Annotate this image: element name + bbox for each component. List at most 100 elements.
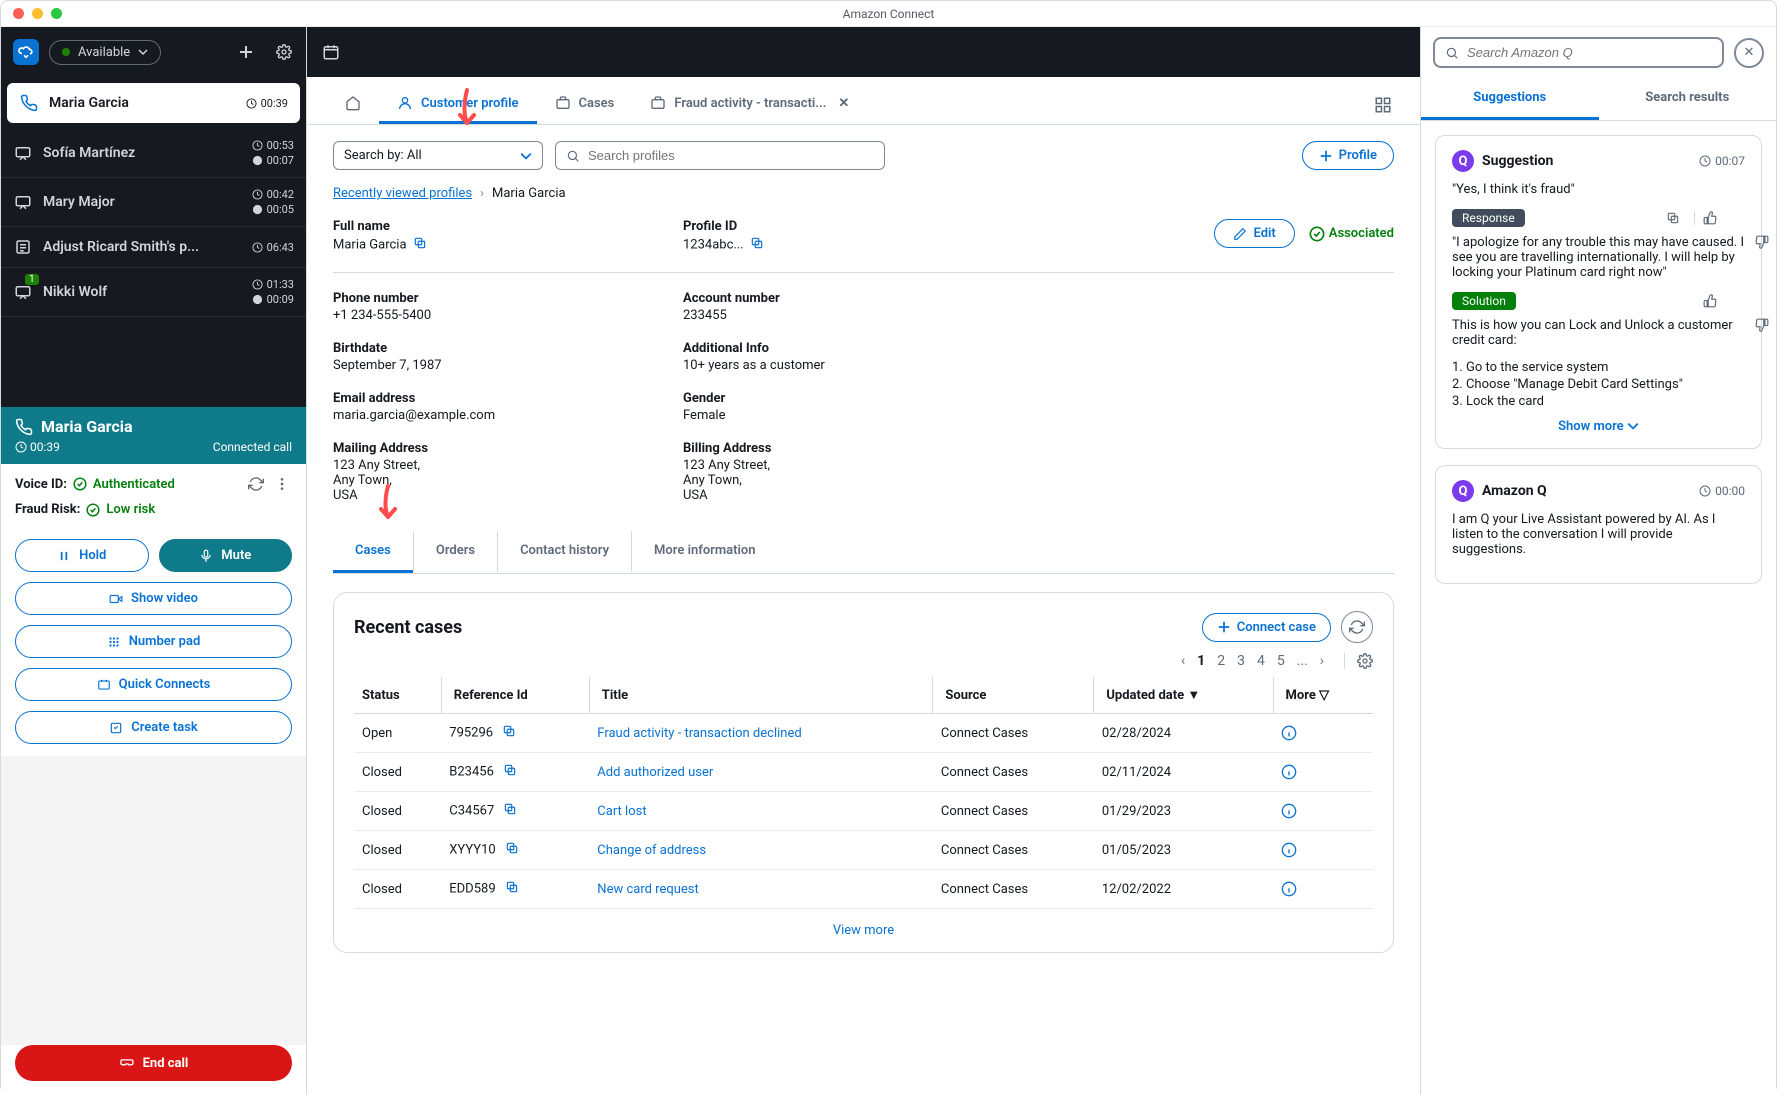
edit-button[interactable]: Edit: [1214, 219, 1294, 248]
contact-name: Maria Garcia: [49, 95, 236, 111]
chat-icon: [13, 282, 33, 302]
th-updated[interactable]: Updated date ▼: [1094, 677, 1273, 714]
cell-title: New card request: [589, 870, 933, 909]
case-title-link[interactable]: Change of address: [597, 843, 706, 858]
th-more[interactable]: More ▽: [1273, 677, 1373, 714]
tab-suggestions[interactable]: Suggestions: [1421, 78, 1599, 120]
subtab-more-info[interactable]: More information: [631, 531, 777, 573]
info-icon[interactable]: [1281, 803, 1365, 819]
mute-button[interactable]: Mute: [159, 539, 293, 572]
create-task-button[interactable]: Create task: [15, 711, 292, 744]
subtab-cases[interactable]: Cases: [333, 531, 413, 573]
th-reference[interactable]: Reference Id: [441, 677, 589, 714]
case-title-link[interactable]: New card request: [597, 882, 698, 897]
copy-icon[interactable]: [502, 727, 516, 742]
page-next-icon[interactable]: ›: [1320, 653, 1324, 669]
quick-connects-button[interactable]: Quick Connects: [15, 668, 292, 701]
copy-icon[interactable]: [505, 883, 519, 898]
cell-status: Closed: [354, 792, 441, 831]
tab-cases[interactable]: Cases: [537, 85, 633, 124]
page-number[interactable]: 5: [1277, 653, 1285, 669]
contact-item[interactable]: 1 Nikki Wolf 01:3300:09: [1, 268, 306, 317]
cell-source: Connect Cases: [933, 870, 1094, 909]
table-row[interactable]: Open795296 Fraud activity - transaction …: [354, 714, 1373, 753]
cell-ref: C34567: [441, 792, 589, 831]
tab-customer-profile[interactable]: Customer profile: [379, 85, 537, 124]
add-icon[interactable]: [236, 42, 256, 62]
tab-fraud-activity[interactable]: Fraud activity - transacti...✕: [632, 85, 867, 124]
calendar-icon[interactable]: [321, 42, 341, 62]
refresh-icon[interactable]: [246, 474, 266, 494]
subtab-contact-history[interactable]: Contact history: [497, 531, 631, 573]
check-circle-icon: [86, 503, 100, 517]
copy-icon[interactable]: [503, 766, 517, 781]
th-title[interactable]: Title: [589, 677, 933, 714]
add-profile-button[interactable]: Profile: [1302, 141, 1394, 170]
copy-icon[interactable]: [505, 844, 519, 859]
settings-gear-icon[interactable]: [274, 42, 294, 62]
tab-close-icon[interactable]: ✕: [838, 96, 849, 111]
view-more-link[interactable]: View more: [833, 923, 894, 938]
contact-item[interactable]: Maria Garcia 00:39: [7, 83, 300, 123]
contact-item[interactable]: Adjust Ricard Smith's p... 06:43: [1, 227, 306, 268]
contact-item[interactable]: Sofía Martínez 00:5300:07: [1, 129, 306, 178]
th-status[interactable]: Status: [354, 677, 441, 714]
hold-button[interactable]: Hold: [15, 539, 149, 572]
briefcase-icon: [650, 95, 666, 111]
thumbs-up-icon[interactable]: [1694, 211, 1717, 225]
page-number[interactable]: 2: [1217, 653, 1225, 669]
tab-search-results[interactable]: Search results: [1599, 78, 1777, 120]
table-row[interactable]: ClosedEDD589 New card requestConnect Cas…: [354, 870, 1373, 909]
contact-item[interactable]: Mary Major 00:4200:05: [1, 178, 306, 227]
more-vertical-icon[interactable]: [272, 474, 292, 494]
cell-title: Add authorized user: [589, 753, 933, 792]
table-row[interactable]: ClosedC34567 Cart lostConnect Cases01/29…: [354, 792, 1373, 831]
copy-icon[interactable]: [1666, 211, 1680, 225]
contact-name: Adjust Ricard Smith's p...: [43, 239, 242, 255]
info-icon[interactable]: [1281, 764, 1365, 780]
unread-badge: 1: [25, 274, 39, 285]
search-by-select[interactable]: Search by: All: [333, 141, 543, 170]
table-settings-icon[interactable]: [1344, 653, 1373, 669]
case-title-link[interactable]: Cart lost: [597, 804, 646, 819]
copy-icon[interactable]: [503, 805, 517, 820]
page-number[interactable]: 3: [1237, 653, 1245, 669]
end-call-button[interactable]: End call: [15, 1045, 292, 1081]
search-profiles-input[interactable]: [555, 141, 885, 170]
amazon-q-search-input[interactable]: [1433, 37, 1724, 68]
copy-icon[interactable]: [413, 239, 427, 254]
show-more-link[interactable]: Show more: [1558, 419, 1639, 434]
check-circle-icon: [73, 477, 87, 491]
cell-more: [1273, 753, 1373, 792]
show-video-button[interactable]: Show video: [15, 582, 292, 615]
phone-icon: [15, 418, 33, 436]
close-panel-button[interactable]: ✕: [1734, 38, 1764, 68]
breadcrumb-link[interactable]: Recently viewed profiles: [333, 186, 472, 201]
agent-status-dropdown[interactable]: Available: [49, 40, 161, 65]
suggestion-quote: "Yes, I think it's fraud": [1452, 182, 1745, 197]
info-icon[interactable]: [1281, 842, 1365, 858]
thumbs-up-icon[interactable]: [1703, 294, 1717, 308]
thumbs-down-icon[interactable]: [1731, 211, 1745, 225]
case-title-link[interactable]: Add authorized user: [597, 765, 713, 780]
tab-home[interactable]: [327, 85, 379, 124]
table-row[interactable]: ClosedB23456 Add authorized userConnect …: [354, 753, 1373, 792]
thumbs-down-icon[interactable]: [1731, 294, 1745, 308]
amazon-q-intro-card: Q Amazon Q 00:00 I am Q your Live Assist…: [1435, 465, 1762, 584]
connect-case-button[interactable]: Connect case: [1202, 613, 1331, 642]
table-row[interactable]: ClosedXYYY10 Change of addressConnect Ca…: [354, 831, 1373, 870]
page-prev-icon[interactable]: ‹: [1181, 653, 1185, 669]
number-pad-button[interactable]: Number pad: [15, 625, 292, 658]
app-logo-icon: [13, 39, 39, 65]
page-number[interactable]: 1: [1197, 653, 1205, 669]
subtab-orders[interactable]: Orders: [413, 531, 497, 573]
breadcrumb: Recently viewed profiles › Maria Garcia: [333, 186, 1394, 201]
refresh-button[interactable]: [1341, 611, 1373, 643]
copy-icon[interactable]: [750, 239, 764, 254]
case-title-link[interactable]: Fraud activity - transaction declined: [597, 726, 801, 741]
page-number[interactable]: 4: [1257, 653, 1265, 669]
apps-grid-icon[interactable]: [1366, 88, 1400, 122]
info-icon[interactable]: [1281, 881, 1365, 897]
th-source[interactable]: Source: [933, 677, 1094, 714]
info-icon[interactable]: [1281, 725, 1365, 741]
